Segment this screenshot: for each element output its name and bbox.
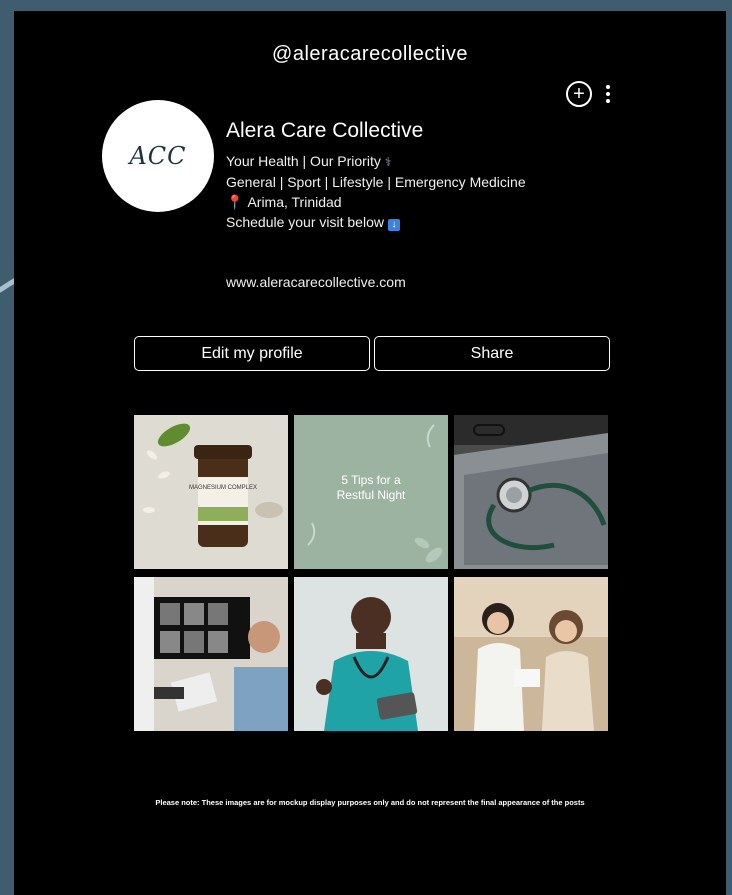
post-tile-6[interactable] xyxy=(454,577,608,731)
vertical-dots-icon[interactable] xyxy=(606,85,610,103)
share-button[interactable]: Share xyxy=(374,336,610,371)
post-tile-4[interactable] xyxy=(134,577,288,731)
map-pin-icon: 📍 xyxy=(226,194,244,210)
supplement-image: MAGNESIUM COMPLEX xyxy=(134,415,288,569)
edit-profile-button[interactable]: Edit my profile xyxy=(134,336,370,371)
consultation-image xyxy=(454,577,608,731)
doctor-image xyxy=(294,577,448,731)
post-grid: MAGNESIUM COMPLEX 5 Tips for a Restful Ni… xyxy=(134,415,608,731)
profile-name: Alera Care Collective xyxy=(226,119,424,142)
top-actions: + xyxy=(566,81,610,107)
stethoscope-icon: ⚕ xyxy=(384,155,392,169)
post-tile-3[interactable] xyxy=(454,415,608,569)
profile-handle: @aleracarecollective xyxy=(272,43,468,65)
supplement-label: MAGNESIUM COMPLEX xyxy=(189,485,257,491)
mockup-disclaimer: Please note: These images are for mockup… xyxy=(155,798,585,807)
post-tile-5[interactable] xyxy=(294,577,448,731)
stethoscope-image xyxy=(454,415,608,569)
avatar-text: ACC xyxy=(129,142,187,170)
mri-review-image xyxy=(134,577,288,731)
bio-line-3: 📍 Arima, Trinidad xyxy=(226,194,342,210)
bio-line-4: Schedule your visit below ↓ xyxy=(226,212,526,232)
bio-line-2: General | Sport | Lifestyle | Emergency … xyxy=(226,174,526,190)
post-tile-2[interactable]: 5 Tips for a Restful Night xyxy=(294,415,448,569)
post-caption: 5 Tips for a Restful Night xyxy=(336,473,406,502)
profile-screen: @aleracarecollective + ACC Alera Care Co… xyxy=(14,11,726,895)
profile-bio: Alera Care Collective Your Health | Our … xyxy=(226,119,526,232)
website-link[interactable]: www.aleracarecollective.com xyxy=(226,274,406,290)
post-tile-1[interactable]: MAGNESIUM COMPLEX xyxy=(134,415,288,569)
down-arrow-icon: ↓ xyxy=(387,219,400,231)
avatar[interactable]: ACC xyxy=(102,100,214,212)
bio-line-1: Your Health | Our Priority ⚕ xyxy=(226,153,392,169)
plus-circle-icon[interactable]: + xyxy=(566,81,592,107)
